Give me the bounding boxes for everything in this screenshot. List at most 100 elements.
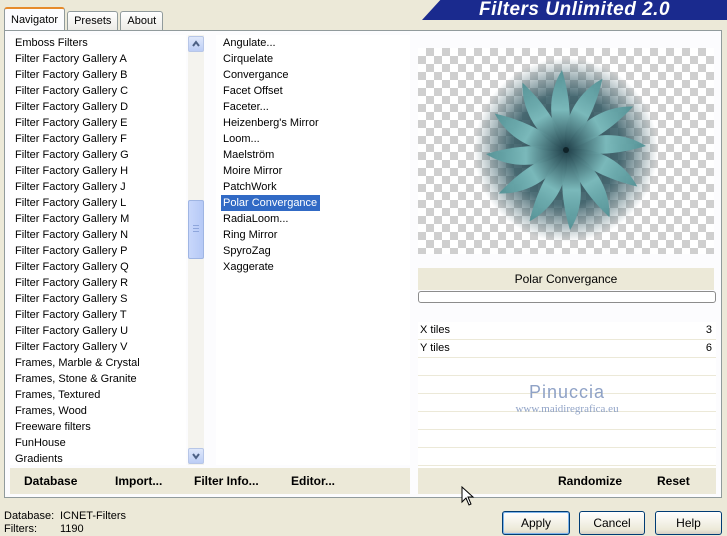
filter-item[interactable]: Loom...: [216, 131, 410, 147]
category-item[interactable]: Filter Factory Gallery B: [10, 67, 186, 83]
category-label: FunHouse: [15, 437, 66, 449]
filter-label: Faceter...: [223, 101, 269, 113]
category-label: Gradients: [15, 453, 63, 465]
filter-item[interactable]: Faceter...: [216, 99, 410, 115]
tab-navigator[interactable]: Navigator: [4, 7, 66, 30]
tab-label: About: [127, 15, 157, 27]
category-label: Filter Factory Gallery L: [15, 197, 127, 209]
filter-list[interactable]: Angulate... Cirquelate Convergance Facet Of…: [216, 35, 410, 465]
filter-info-button[interactable]: Filter Info...: [194, 474, 259, 488]
status-info: Database: ICNET-Filters Filters: 1190: [4, 510, 126, 536]
category-label: Filter Factory Gallery M: [15, 213, 130, 225]
category-label: Filter Factory Gallery B: [15, 69, 128, 81]
filter-item[interactable]: Xaggerate: [216, 259, 410, 275]
filter-item[interactable]: Ring Mirror: [216, 227, 410, 243]
filter-item[interactable]: PatchWork: [216, 179, 410, 195]
preview-image: [474, 58, 658, 242]
filter-item[interactable]: Moire Mirror: [216, 163, 410, 179]
category-item[interactable]: Filter Factory Gallery F: [10, 131, 186, 147]
category-item[interactable]: Filter Factory Gallery S: [10, 291, 186, 307]
filter-item[interactable]: Facet Offset: [216, 83, 410, 99]
category-item[interactable]: Frames, Textured: [10, 387, 186, 403]
apply-button[interactable]: Apply: [502, 511, 570, 535]
filter-item[interactable]: Convergance: [216, 67, 410, 83]
category-item[interactable]: Filter Factory Gallery T: [10, 307, 186, 323]
category-item[interactable]: Filter Factory Gallery V: [10, 339, 186, 355]
filter-item[interactable]: RadiaLoom...: [216, 211, 410, 227]
filter-label: PatchWork: [223, 181, 277, 193]
filter-item[interactable]: Cirquelate: [216, 51, 410, 67]
category-item[interactable]: Filter Factory Gallery P: [10, 243, 186, 259]
category-item[interactable]: Filter Factory Gallery L: [10, 195, 186, 211]
filter-label: Heizenberg's Mirror: [223, 117, 319, 129]
category-label: Filter Factory Gallery D: [15, 101, 129, 113]
category-item[interactable]: Filter Factory Gallery Q: [10, 259, 186, 275]
category-label: Frames, Stone & Granite: [15, 373, 137, 385]
category-label: Filter Factory Gallery F: [15, 133, 127, 145]
filter-label: SpyroZag: [223, 245, 271, 257]
category-item[interactable]: Filter Factory Gallery M: [10, 211, 186, 227]
category-item[interactable]: Filter Factory Gallery U: [10, 323, 186, 339]
category-item[interactable]: Filter Factory Gallery J: [10, 179, 186, 195]
param-value: 3: [705, 324, 712, 336]
chevron-up-icon: [192, 40, 200, 47]
category-label: Filter Factory Gallery S: [15, 293, 128, 305]
category-label: Frames, Textured: [15, 389, 101, 401]
category-item[interactable]: Filter Factory Gallery H: [10, 163, 186, 179]
filter-item[interactable]: SpyroZag: [216, 243, 410, 259]
tab-label: Presets: [74, 15, 112, 27]
scroll-up-button[interactable]: [188, 36, 204, 52]
filter-item[interactable]: Polar Convergance: [216, 195, 410, 211]
category-item[interactable]: Frames, Wood: [10, 403, 186, 419]
category-item[interactable]: Filter Factory Gallery C: [10, 83, 186, 99]
param-x-tiles[interactable]: X tiles 3: [418, 322, 716, 340]
param-y-tiles[interactable]: Y tiles 6: [418, 340, 716, 358]
category-item[interactable]: Filter Factory Gallery G: [10, 147, 186, 163]
category-label: Filter Factory Gallery Q: [15, 261, 129, 273]
editor-button[interactable]: Editor...: [291, 474, 335, 488]
category-item[interactable]: Emboss Filters: [10, 35, 186, 51]
tab-presets[interactable]: Presets: [67, 11, 119, 30]
database-label: Database:: [4, 510, 55, 522]
filter-preview: [418, 48, 714, 254]
category-item[interactable]: FunHouse: [10, 435, 186, 451]
tab-bar: Navigator Presets About: [4, 7, 164, 30]
filter-item[interactable]: Heizenberg's Mirror: [216, 115, 410, 131]
category-item[interactable]: Filter Factory Gallery E: [10, 115, 186, 131]
category-item[interactable]: Gradients: [10, 451, 186, 467]
help-button[interactable]: Help: [655, 511, 722, 535]
reset-button[interactable]: Reset: [657, 474, 690, 488]
category-scrollbar[interactable]: [188, 35, 204, 465]
watermark-name: Pinuccia: [528, 382, 606, 402]
filter-label: Moire Mirror: [223, 165, 283, 177]
filter-item[interactable]: Maelström: [216, 147, 410, 163]
category-label: Frames, Wood: [15, 405, 87, 417]
scroll-down-button[interactable]: [188, 448, 204, 464]
category-item[interactable]: Filter Factory Gallery D: [10, 99, 186, 115]
randomize-button[interactable]: Randomize: [558, 474, 622, 488]
category-item[interactable]: Filter Factory Gallery N: [10, 227, 186, 243]
navigator-toolbar: Database Import... Filter Info... Editor…: [10, 468, 410, 494]
chevron-down-icon: [192, 453, 200, 460]
category-item[interactable]: Filter Factory Gallery A: [10, 51, 186, 67]
progress-bar: [418, 291, 716, 303]
database-button[interactable]: Database: [24, 474, 77, 488]
scroll-thumb[interactable]: [188, 200, 204, 259]
category-item[interactable]: Frames, Marble & Crystal: [10, 355, 186, 371]
category-item[interactable]: Filter Factory Gallery R: [10, 275, 186, 291]
filter-label: Loom...: [223, 133, 260, 145]
filter-label: Convergance: [223, 69, 289, 81]
category-item[interactable]: Frames, Stone & Granite: [10, 371, 186, 387]
category-item[interactable]: Freeware filters: [10, 419, 186, 435]
tab-about[interactable]: About: [120, 11, 164, 30]
category-list[interactable]: Emboss Filters Filter Factory Gallery A Fi…: [10, 35, 186, 465]
watermark-url: www.maidiregrafica.eu: [515, 403, 619, 415]
category-label: Filter Factory Gallery R: [15, 277, 129, 289]
tab-label: Navigator: [11, 13, 59, 26]
import-button[interactable]: Import...: [115, 474, 162, 488]
app-title: Filters Unlimited 2.0: [478, 0, 671, 20]
category-label: Filter Factory Gallery P: [15, 245, 128, 257]
cancel-button[interactable]: Cancel: [579, 511, 645, 535]
category-label: Filter Factory Gallery C: [15, 85, 129, 97]
filter-item[interactable]: Angulate...: [216, 35, 410, 51]
